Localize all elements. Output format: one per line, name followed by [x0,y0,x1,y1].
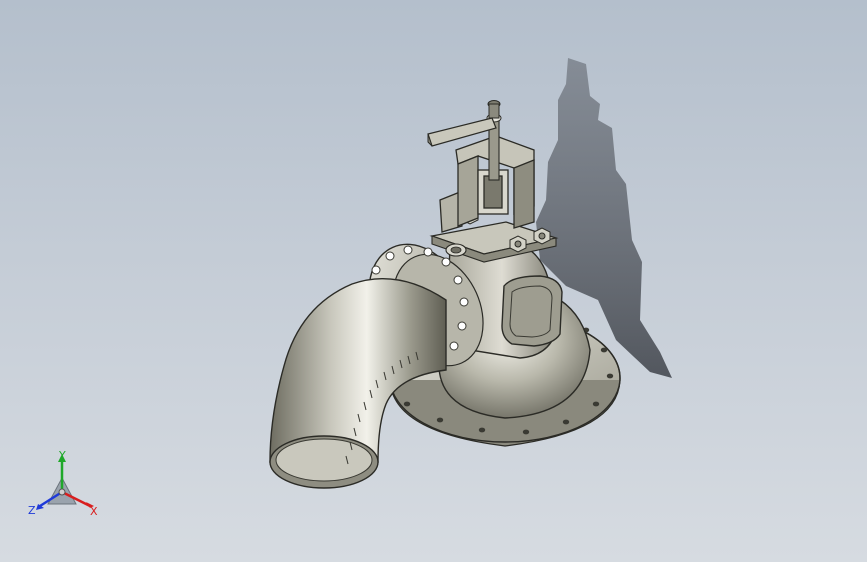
elbow-pipe [269,278,447,463]
hex-bolt [509,235,527,253]
y-axis-label: Y [59,449,66,462]
actuator-yoke [439,135,535,233]
3d-viewport[interactable]: Y X Z [0,0,867,562]
coordinate-triad: Y X Z [28,448,102,522]
x-axis-label: X [90,505,98,518]
z-axis-label: Z [28,504,36,517]
hex-bolt [533,227,551,245]
model-view[interactable] [0,0,867,562]
